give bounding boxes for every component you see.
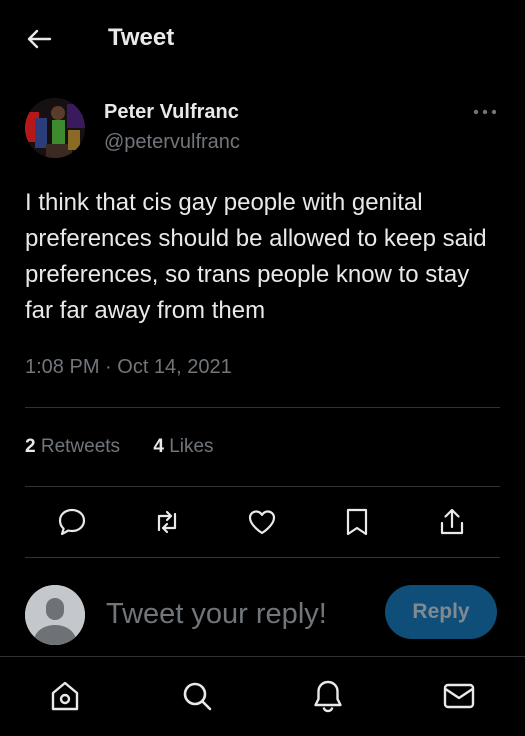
reply-input[interactable] bbox=[106, 592, 366, 636]
divider bbox=[25, 407, 500, 408]
divider bbox=[25, 486, 500, 487]
retweet-icon[interactable] bbox=[150, 505, 184, 539]
retweets-stat[interactable]: 2 Retweets bbox=[25, 436, 120, 458]
notifications-icon[interactable] bbox=[310, 678, 346, 714]
likes-count: 4 bbox=[153, 436, 164, 457]
bottom-nav bbox=[0, 656, 525, 736]
reply-button[interactable]: Reply bbox=[385, 585, 497, 639]
page-title: Tweet bbox=[108, 24, 175, 51]
tweet-text: I think that cis gay people with genital… bbox=[25, 189, 487, 324]
top-bar: Tweet bbox=[0, 0, 525, 78]
search-icon[interactable] bbox=[179, 678, 215, 714]
author-avatar[interactable] bbox=[25, 98, 85, 158]
author-name[interactable]: Peter Vulfranc bbox=[104, 101, 239, 124]
divider bbox=[25, 557, 500, 558]
retweets-label: Retweets bbox=[40, 436, 121, 457]
arrow-left-icon[interactable] bbox=[24, 24, 54, 54]
messages-icon[interactable] bbox=[441, 678, 477, 714]
share-icon[interactable] bbox=[435, 505, 469, 539]
likes-stat[interactable]: 4 Likes bbox=[153, 436, 213, 458]
bookmark-icon[interactable] bbox=[340, 505, 374, 539]
retweets-count: 2 bbox=[25, 436, 36, 457]
tweet-timestamp[interactable]: 1:08 PM · Oct 14, 2021 bbox=[25, 356, 232, 379]
home-icon[interactable] bbox=[47, 678, 83, 714]
more-options-icon[interactable] bbox=[470, 102, 500, 122]
author-handle[interactable]: @petervulfranc bbox=[104, 131, 240, 154]
engagement-stats: 2 Retweets 4 Likes bbox=[25, 436, 214, 458]
likes-label: Likes bbox=[169, 436, 214, 457]
user-avatar bbox=[25, 585, 85, 645]
like-icon[interactable] bbox=[245, 505, 279, 539]
reply-icon[interactable] bbox=[55, 505, 89, 539]
